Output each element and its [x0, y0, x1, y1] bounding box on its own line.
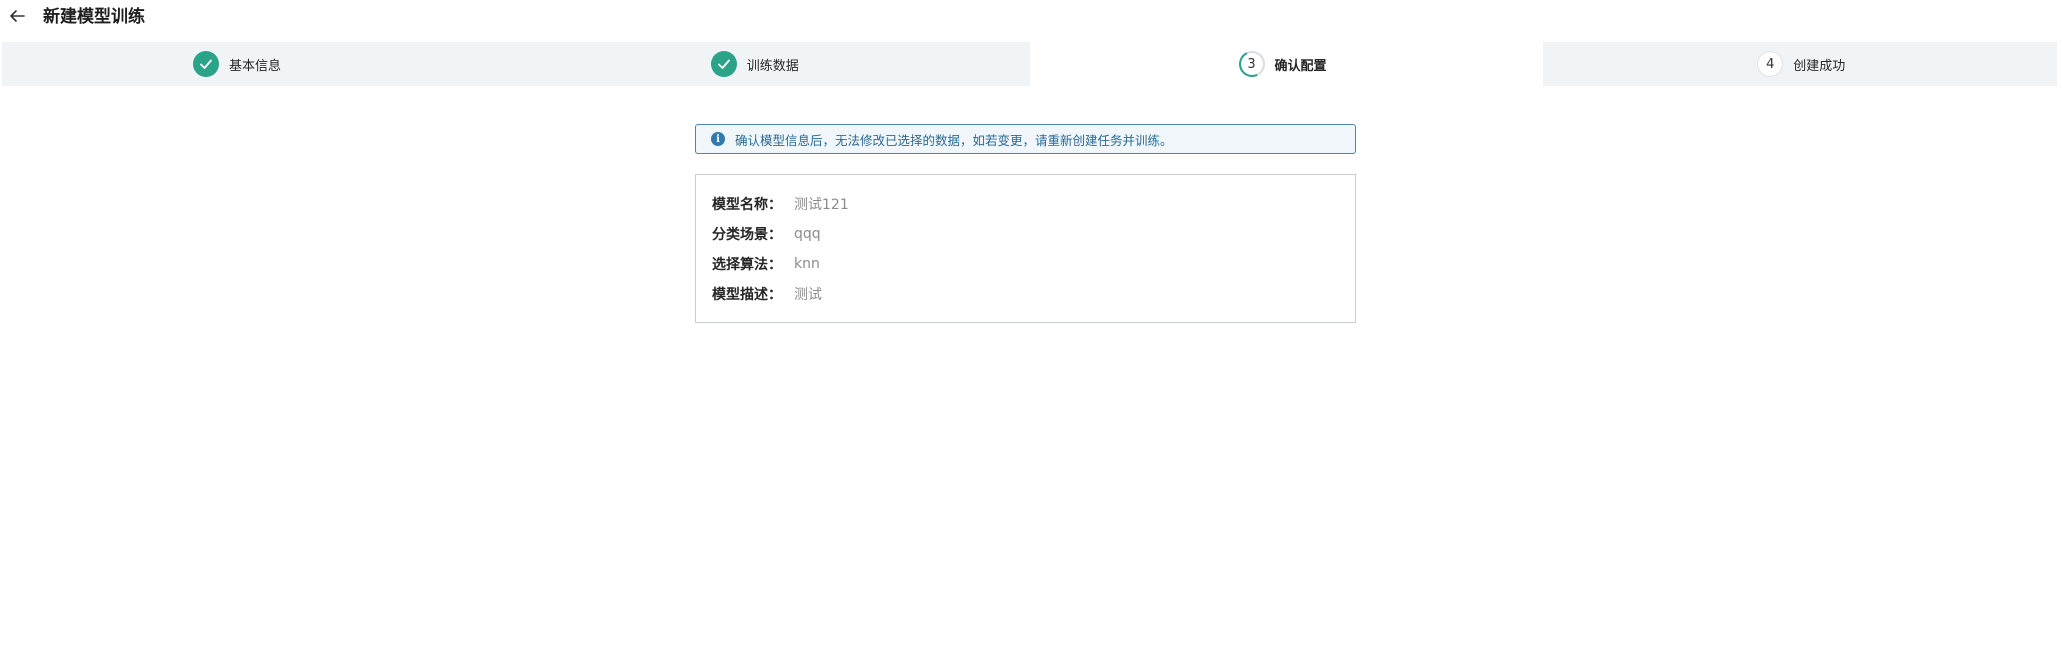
page-title: 新建模型训练 — [43, 7, 145, 27]
step-label: 基本信息 — [229, 58, 282, 74]
info-alert: i 确认模型信息后，无法修改已选择的数据，如若变更，请重新创建任务并训练。 — [695, 124, 1356, 154]
algorithm-value: knn — [794, 256, 820, 272]
step-basic-info: 基本信息 — [2, 42, 516, 86]
step-label: 确认配置 — [1274, 58, 1327, 74]
model-name-label: 模型名称： — [712, 197, 782, 213]
model-name-row: 模型名称： 测试121 — [712, 193, 849, 215]
scene-label: 分类场景： — [712, 227, 782, 243]
step-label: 训练数据 — [746, 58, 799, 74]
steps-bar: 基本信息 训练数据 3 确认配置 4 创建成功 — [2, 42, 2057, 86]
description-value: 测试 — [794, 287, 822, 303]
step-number-3: 3 — [1238, 51, 1265, 77]
check-icon — [193, 51, 219, 77]
scene-value: qqq — [794, 226, 821, 242]
alert-text: 确认模型信息后，无法修改已选择的数据，如若变更，请重新创建任务并训练。 — [735, 132, 1173, 148]
algorithm-label: 选择算法： — [712, 257, 782, 273]
step-number-4: 4 — [1757, 51, 1784, 77]
step-confirm-config: 3 确认配置 — [1029, 42, 1544, 86]
step-label: 创建成功 — [1793, 58, 1846, 74]
model-name-value: 测试121 — [794, 197, 849, 213]
info-icon: i — [711, 132, 725, 146]
arrow-left-icon[interactable] — [6, 5, 28, 27]
scene-row: 分类场景： qqq — [712, 223, 821, 245]
model-info-card: 模型名称： 测试121 分类场景： qqq 选择算法： knn 模型描述： 测试 — [695, 174, 1356, 323]
step-created: 4 创建成功 — [1543, 42, 2057, 86]
check-icon — [710, 51, 737, 77]
description-label: 模型描述： — [712, 287, 782, 303]
description-row: 模型描述： 测试 — [712, 283, 822, 305]
step-training-data: 训练数据 — [515, 42, 1030, 86]
page-header: 新建模型训练 — [0, 0, 2062, 42]
back-button[interactable] — [6, 5, 28, 27]
algorithm-row: 选择算法： knn — [712, 253, 820, 275]
